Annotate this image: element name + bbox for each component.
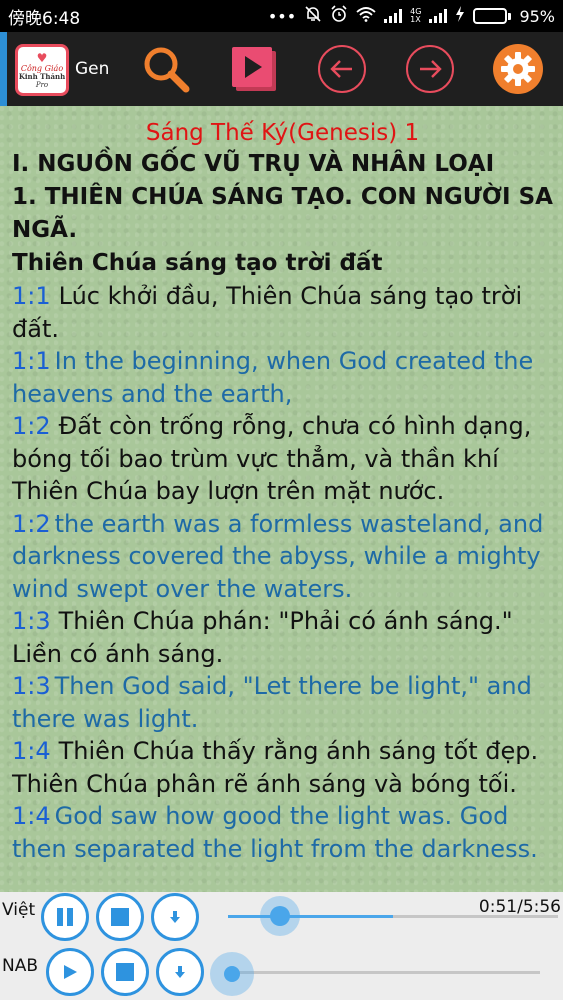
charging-icon xyxy=(455,6,465,26)
stop-icon xyxy=(111,908,129,926)
viet-stop-button[interactable] xyxy=(96,893,144,941)
nab-stop-button[interactable] xyxy=(101,948,149,996)
stop-icon xyxy=(116,963,134,981)
nab-seek-track[interactable] xyxy=(230,971,540,974)
verse-text: the earth was a formless wasteland, and … xyxy=(12,509,544,603)
verse-text: Thiên Chúa phán: "Phải có ánh sáng." Liề… xyxy=(12,607,513,668)
signal-strength-icon xyxy=(384,9,403,23)
viet-pause-button[interactable] xyxy=(41,893,89,941)
viet-audio-label: Việt xyxy=(2,900,36,920)
viet-download-button[interactable] xyxy=(151,893,199,941)
nab-play-button[interactable] xyxy=(46,948,94,996)
logo-line-2: Kinh Thánh xyxy=(18,71,66,81)
battery-icon xyxy=(473,8,512,24)
chapter-title: Sáng Thế Ký(Genesis) 1 xyxy=(145,120,420,146)
verse-ref: 1:4 xyxy=(12,737,51,765)
verse-en[interactable]: 1:4 God saw how good the light was. God t… xyxy=(12,800,553,865)
signal-strength-icon-2 xyxy=(429,9,448,23)
verse-ref: 1:1 xyxy=(12,282,51,310)
verse-text: In the beginning, when God created the h… xyxy=(12,347,534,408)
verse-text: Lúc khởi đầu, Thiên Chúa sáng tạo trời đ… xyxy=(12,282,523,343)
viet-seek-progress xyxy=(228,915,393,918)
section-heading: Thiên Chúa sáng tạo trời đất xyxy=(12,250,383,276)
verse-vi[interactable]: 1:4 Thiên Chúa thấy rằng ánh sáng tốt đẹp… xyxy=(12,735,553,800)
verse-en[interactable]: 1:1 In the beginning, when God created th… xyxy=(12,345,553,410)
logo-line-3: Pro xyxy=(35,80,49,89)
mute-bell-icon xyxy=(304,5,322,27)
wifi-icon xyxy=(356,6,376,26)
verse-vi[interactable]: 1:2 Đất còn trống rỗng, chưa có hình dạng… xyxy=(12,410,553,508)
verse-ref: 1:3 xyxy=(12,672,51,700)
scripture-reader[interactable]: Sáng Thế Ký(Genesis) 1 I. NGUỒN GỐC VŨ T… xyxy=(0,106,563,892)
verse-vi[interactable]: 1:3 Thiên Chúa phán: "Phải có ánh sáng." … xyxy=(12,605,553,670)
app-toolbar: ♥ Công Giáo Kinh Thánh Pro Gen xyxy=(0,32,563,106)
gear-icon xyxy=(493,44,543,94)
more-dots-icon: ••• xyxy=(267,6,297,26)
battery-percent: 95% xyxy=(519,6,555,26)
search-button[interactable] xyxy=(140,43,192,95)
play-box-icon xyxy=(232,47,276,91)
next-chapter-button[interactable] xyxy=(404,43,456,95)
settings-button[interactable] xyxy=(492,43,544,95)
verse-text: Then God said, "Let there be light," and… xyxy=(12,672,532,733)
verse-en[interactable]: 1:3 Then God said, "Let there be light," … xyxy=(12,670,553,735)
verse-text: Thiên Chúa thấy rằng ánh sáng tốt đẹp. T… xyxy=(12,737,539,798)
heart-icon: ♥ xyxy=(36,50,48,65)
nab-download-button[interactable] xyxy=(156,948,204,996)
verse-text: God saw how good the light was. God then… xyxy=(12,802,538,863)
verse-en[interactable]: 1:2 the earth was a formless wasteland, a… xyxy=(12,508,553,606)
previous-chapter-button[interactable] xyxy=(316,43,368,95)
verse-ref: 1:1 xyxy=(12,347,51,375)
verse-ref: 1:3 xyxy=(12,607,51,635)
drawer-edge-handle[interactable] xyxy=(0,32,7,106)
verse-vi[interactable]: 1:1 Lúc khởi đầu, Thiên Chúa sáng tạo trờ… xyxy=(12,280,553,345)
nab-audio-label: NAB xyxy=(2,956,39,976)
download-icon xyxy=(175,966,185,978)
status-time: 傍晚6:48 xyxy=(8,8,81,29)
section-heading: 1. THIÊN CHÚA SÁNG TẠO. CON NGƯỜI SA NGÃ… xyxy=(12,184,553,243)
app-logo-button[interactable]: ♥ Công Giáo Kinh Thánh Pro xyxy=(15,44,69,96)
play-icon xyxy=(64,965,77,979)
book-selector[interactable]: Gen xyxy=(75,59,109,79)
play-video-button[interactable] xyxy=(228,43,280,95)
verse-ref: 1:2 xyxy=(12,509,51,538)
download-icon xyxy=(170,911,180,923)
verse-text: Đất còn trống rỗng, chưa có hình dạng, b… xyxy=(12,412,532,505)
search-icon xyxy=(144,47,190,93)
network-1x-label: 1X xyxy=(410,15,421,24)
arrow-right-circle-icon xyxy=(406,45,454,93)
status-bar: 傍晚6:48 ••• 4G 1X 95% xyxy=(0,0,563,32)
viet-time-readout: 0:51/5:56 xyxy=(478,897,561,917)
viet-seek-knob[interactable] xyxy=(259,896,300,936)
alarm-icon xyxy=(330,5,348,27)
section-heading: I. NGUỒN GỐC VŨ TRỤ VÀ NHÂN LOẠI xyxy=(12,151,495,177)
nab-seek-knob[interactable] xyxy=(210,952,254,996)
pause-icon xyxy=(57,908,73,926)
verse-ref: 1:2 xyxy=(12,412,51,440)
audio-player: Việt 0:51/5:56 NAB xyxy=(0,892,563,1000)
verse-ref: 1:4 xyxy=(12,802,51,830)
arrow-left-circle-icon xyxy=(318,45,366,93)
